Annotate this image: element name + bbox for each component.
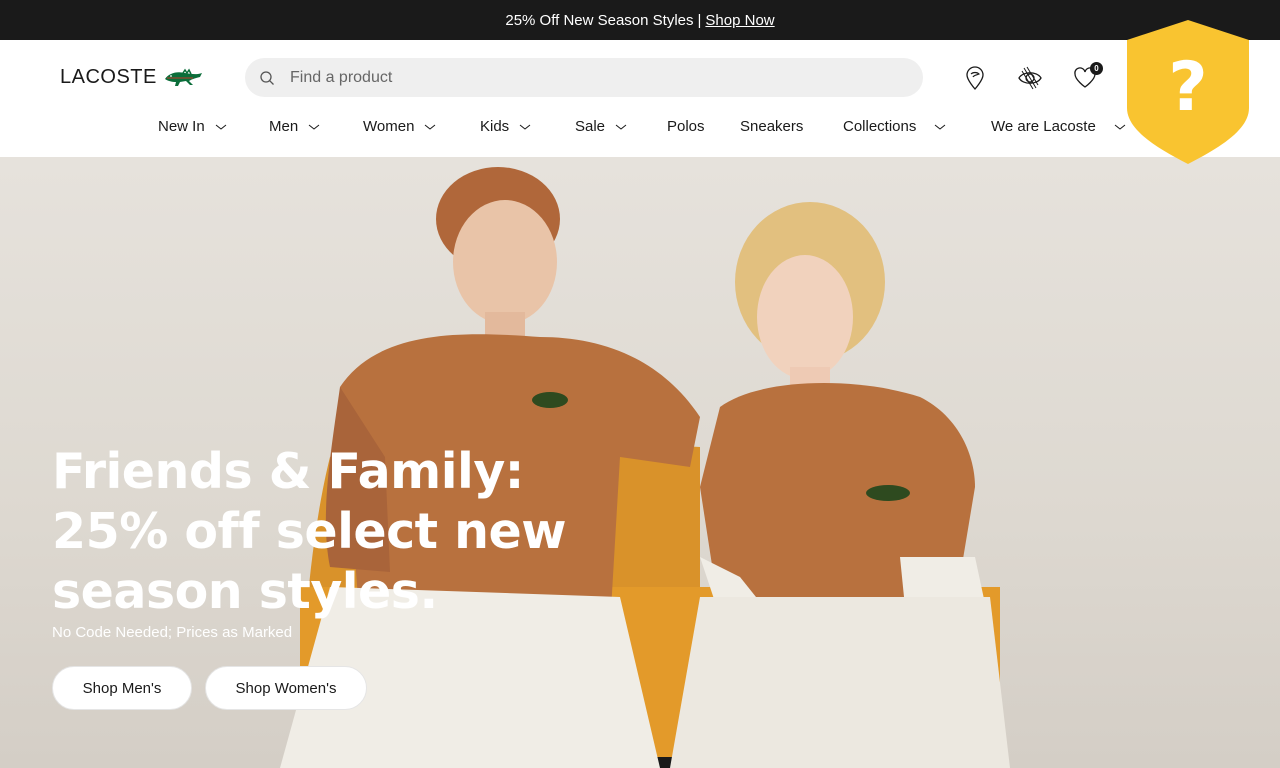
help-shield-icon[interactable]: ? <box>1127 20 1249 164</box>
chevron-down-icon <box>308 124 320 130</box>
promo-bar: 25% Off New Season Styles | Shop Now <box>0 0 1280 40</box>
wishlist-count-badge: 0 <box>1090 62 1103 75</box>
main-nav: New In Men Women Kids Sale Polos Sneaker… <box>0 118 1280 140</box>
hero-subtitle: No Code Needed; Prices as Marked <box>52 624 293 641</box>
nav-item-label: Sneakers <box>740 118 804 135</box>
eye-accessibility-icon[interactable] <box>1016 64 1044 92</box>
lacoste-logo[interactable]: LACOSTE <box>60 65 203 89</box>
help-symbol: ? <box>1168 48 1207 127</box>
crocodile-logo-icon <box>164 68 202 86</box>
promo-separator: | <box>697 11 702 29</box>
search-icon <box>260 70 274 85</box>
nav-item-sneakers[interactable]: Sneakers <box>740 118 803 135</box>
store-locator-icon[interactable] <box>961 64 989 92</box>
nav-item-label: Collections <box>843 118 917 135</box>
chevron-down-icon <box>935 124 946 130</box>
nav-item-label: New In <box>158 118 205 135</box>
nav-item-we-are-lacoste[interactable]: We are Lacoste <box>991 118 1126 135</box>
nav-item-label: Kids <box>480 118 510 135</box>
chevron-down-icon <box>1114 124 1126 130</box>
nav-item-women[interactable]: Women <box>363 118 436 135</box>
search-input[interactable] <box>290 68 890 87</box>
promo-text: 25% Off New Season Styles <box>505 11 694 29</box>
nav-item-label: Men <box>269 118 299 135</box>
chevron-down-icon <box>425 124 436 130</box>
logo-wordmark: LACOSTE <box>60 65 157 88</box>
nav-item-label: We are Lacoste <box>991 118 1096 135</box>
nav-item-kids[interactable]: Kids <box>480 118 531 135</box>
search-bar[interactable] <box>245 58 923 97</box>
promo-shop-now-link[interactable]: Shop Now <box>705 12 774 29</box>
nav-item-sale[interactable]: Sale <box>575 118 627 135</box>
nav-item-collections[interactable]: Collections <box>843 118 946 135</box>
chevron-down-icon <box>519 124 531 130</box>
site-header: LACOSTE 0 <box>0 40 1280 157</box>
shop-womens-button[interactable]: Shop Women's <box>205 666 367 710</box>
hero-title: Friends & Family: 25% off select new sea… <box>52 443 567 620</box>
nav-item-new-in[interactable]: New In <box>158 118 227 135</box>
nav-item-label: Sale <box>575 118 606 135</box>
shop-mens-button[interactable]: Shop Men's <box>52 666 192 710</box>
chevron-down-icon <box>615 124 627 130</box>
nav-item-men[interactable]: Men <box>269 118 320 135</box>
nav-item-polos[interactable]: Polos <box>667 118 705 135</box>
chevron-down-icon <box>215 124 226 130</box>
nav-item-label: Women <box>363 118 415 135</box>
nav-item-label: Polos <box>667 118 705 135</box>
hero-banner: Friends & Family: 25% off select new sea… <box>0 157 1280 768</box>
wishlist-heart-icon[interactable]: 0 <box>1071 62 1103 92</box>
